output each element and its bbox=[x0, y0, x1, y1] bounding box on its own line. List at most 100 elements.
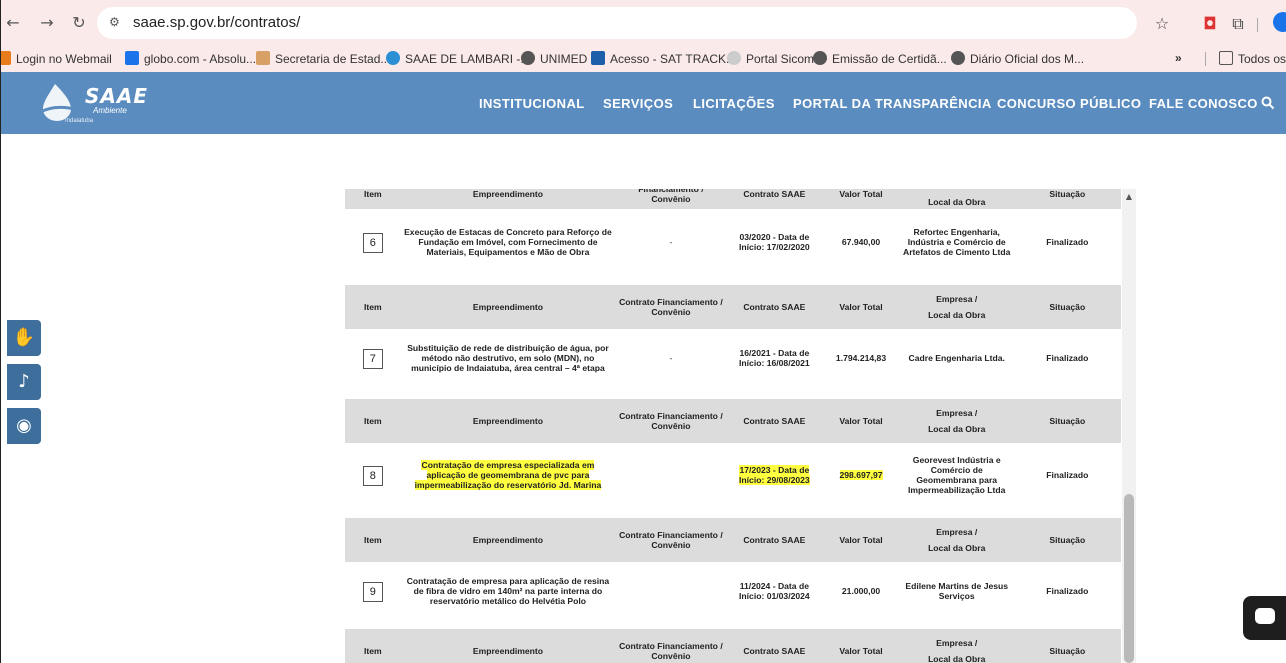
header-valor-total: Valor Total bbox=[822, 629, 900, 663]
item-number: 8 bbox=[362, 466, 383, 486]
highlighted-contrato-saae: 17/2023 - Data de Início: 29/08/2023 bbox=[739, 465, 810, 485]
bookmark-webmail[interactable]: Login no Webmail bbox=[1, 51, 112, 67]
item-cell: 6 bbox=[345, 209, 401, 277]
nav-servicos[interactable]: SERVIÇOS bbox=[603, 96, 673, 111]
nav-fale-conosco[interactable]: FALE CONOSCO bbox=[1149, 96, 1258, 111]
header-situacao: Situação bbox=[1013, 189, 1121, 209]
saae-logo[interactable]: SAAE Ambiente Indaiatuba bbox=[35, 82, 147, 126]
contracts-table-6: Item Empreendimento Financiamento / Conv… bbox=[345, 189, 1121, 277]
bookmark-secretaria[interactable]: Secretaria de Estad... bbox=[256, 51, 390, 67]
chat-bubble-icon bbox=[1255, 608, 1275, 624]
header-local-obra: Local da Obra bbox=[928, 543, 986, 553]
nav-portal-transparencia[interactable]: PORTAL DA TRANSPARÊNCIA bbox=[793, 96, 992, 111]
search-icon[interactable] bbox=[1261, 96, 1275, 110]
extensions-puzzle-icon[interactable]: ⧉ bbox=[1227, 13, 1249, 35]
valor-total-cell: 67.940,00 bbox=[822, 209, 900, 277]
header-empresa: Empresa / bbox=[936, 408, 978, 418]
table-row: 6 Execução de Estacas de Concreto para R… bbox=[345, 209, 1121, 277]
folder-icon bbox=[1219, 51, 1233, 65]
header-item: Item bbox=[345, 629, 401, 663]
bookmarks-bar: Login no Webmail globo.com - Absolu... S… bbox=[1, 46, 1286, 72]
header-local-obra: Local da Obra bbox=[928, 424, 986, 434]
url-text[interactable]: saae.sp.gov.br/contratos/ bbox=[133, 14, 300, 31]
item-cell: 9 bbox=[345, 562, 401, 622]
nav-institucional[interactable]: INSTITUCIONAL bbox=[479, 96, 585, 111]
secretaria-favicon-icon bbox=[256, 51, 270, 65]
empresa-cell: Edilene Martins de Jesus Serviços bbox=[899, 562, 1014, 622]
contrato-financiamento-cell bbox=[615, 443, 727, 509]
profile-avatar[interactable] bbox=[1273, 12, 1286, 32]
bookmark-globo[interactable]: globo.com - Absolu... bbox=[125, 51, 256, 67]
header-valor-total: Valor Total bbox=[822, 189, 900, 209]
contrato-saae-cell: 11/2024 - Data de Início: 01/03/2024 bbox=[726, 562, 823, 622]
site-settings-icon[interactable]: ⚙ bbox=[109, 15, 125, 31]
address-bar[interactable]: ⚙ saae.sp.gov.br/contratos/ bbox=[97, 7, 1137, 39]
forward-arrow-icon[interactable]: → bbox=[37, 13, 57, 33]
contrato-financiamento-cell: - bbox=[615, 209, 727, 277]
extension-icon[interactable]: ◘ bbox=[1199, 13, 1221, 35]
empresa-cell: Refortec Engenharia, Indústria e Comérci… bbox=[899, 209, 1014, 277]
empreendimento-cell: Execução de Estacas de Concreto para Ref… bbox=[400, 209, 616, 277]
header-empresa-local: Empresa / Local da Obra bbox=[899, 285, 1014, 329]
contracts-table-9: Item Empreendimento Contrato Financiamen… bbox=[345, 518, 1121, 622]
chat-button[interactable] bbox=[1243, 596, 1286, 640]
all-bookmarks-folder[interactable]: Todos os fa bbox=[1219, 51, 1286, 67]
table-row: 9 Contratação de empresa para aplicação … bbox=[345, 562, 1121, 622]
contrato-saae-cell: 16/2021 - Data de Início: 16/08/2021 bbox=[726, 329, 823, 389]
nav-concurso-publico[interactable]: CONCURSO PÚBLICO bbox=[997, 96, 1141, 111]
audio-reader-icon[interactable]: ♪ bbox=[7, 364, 41, 400]
header-contrato-financiamento: Contrato Financiamento / Convênio bbox=[615, 518, 727, 562]
back-arrow-icon[interactable]: ← bbox=[3, 13, 23, 33]
header-empresa: Empresa / bbox=[936, 527, 978, 537]
header-empreendimento: Empreendimento bbox=[400, 629, 616, 663]
highlighted-valor-total: 298.697,97 bbox=[839, 470, 883, 481]
scroll-up-arrow-icon[interactable]: ▲ bbox=[1122, 192, 1136, 204]
contracts-panel: Item Empreendimento Financiamento / Conv… bbox=[345, 189, 1137, 663]
header-item: Item bbox=[345, 399, 401, 443]
contrato-saae-cell: 03/2020 - Data de Início: 17/02/2020 bbox=[726, 209, 823, 277]
header-contrato-financiamento: Contrato Financiamento / Convênio bbox=[615, 399, 727, 443]
empresa-cell: Cadre Engenharia Ltda. bbox=[899, 329, 1014, 389]
header-local-obra: Local da Obra bbox=[928, 310, 986, 320]
logo-subtitle: Ambiente bbox=[93, 106, 127, 115]
browser-window: ← → ↻ ⚙ saae.sp.gov.br/contratos/ ☆ ◘ ⧉ … bbox=[0, 0, 1286, 663]
logo-city: Indaiatuba bbox=[65, 118, 94, 124]
header-empreendimento: Empreendimento bbox=[400, 518, 616, 562]
header-empresa-local: Empresa / Local da Obra bbox=[899, 399, 1014, 443]
globo-favicon-icon bbox=[125, 51, 139, 65]
bookmark-diario-oficial[interactable]: Diário Oficial dos M... bbox=[951, 51, 1084, 67]
bookmark-emissao-certidao[interactable]: Emissão de Certidã... bbox=[813, 51, 947, 67]
contrato-saae-cell: 17/2023 - Data de Início: 29/08/2023 bbox=[726, 443, 823, 509]
bookmarks-overflow-button[interactable]: » bbox=[1175, 51, 1182, 67]
header-local-obra: Local da Obra bbox=[928, 654, 986, 663]
bookmark-sat-track[interactable]: Acesso - SAT TRACK... bbox=[591, 51, 736, 67]
table-row: 7 Substituição de rede de distribuição d… bbox=[345, 329, 1121, 389]
bookmark-unimed[interactable]: UNIMED bbox=[521, 51, 587, 67]
header-empreendimento: Empreendimento bbox=[400, 189, 616, 209]
header-local-obra: Local da Obra bbox=[899, 189, 1014, 209]
reload-icon[interactable]: ↻ bbox=[69, 13, 89, 33]
bookmarks-divider bbox=[1205, 52, 1206, 66]
sign-language-icon[interactable]: ✋ bbox=[7, 320, 41, 356]
situacao-cell: Finalizado bbox=[1013, 443, 1121, 509]
contracts-table-10: Item Empreendimento Contrato Financiamen… bbox=[345, 629, 1121, 663]
item-number: 9 bbox=[362, 582, 383, 602]
item-cell: 7 bbox=[345, 329, 401, 389]
valor-total-cell: 21.000,00 bbox=[822, 562, 900, 622]
high-contrast-icon[interactable]: ◉ bbox=[7, 408, 41, 444]
item-number: 6 bbox=[362, 233, 383, 253]
scrollbar-thumb[interactable] bbox=[1124, 494, 1134, 663]
bookmark-portal-sicom[interactable]: Portal Sicom bbox=[727, 51, 814, 67]
header-situacao: Situação bbox=[1013, 518, 1121, 562]
header-empresa: Empresa / bbox=[936, 294, 978, 304]
table-header-row: Item Empreendimento Financiamento / Conv… bbox=[345, 189, 1121, 209]
bookmark-saae-lambari[interactable]: SAAE DE LAMBARI -... bbox=[386, 51, 530, 67]
header-empreendimento: Empreendimento bbox=[400, 399, 616, 443]
table-row: 8 Contratação de empresa especializada e… bbox=[345, 443, 1121, 509]
contracts-table-8: Item Empreendimento Contrato Financiamen… bbox=[345, 399, 1121, 509]
situacao-cell: Finalizado bbox=[1013, 329, 1121, 389]
nav-licitacoes[interactable]: LICITAÇÕES bbox=[693, 96, 775, 111]
header-valor-total: Valor Total bbox=[822, 399, 900, 443]
header-valor-total: Valor Total bbox=[822, 285, 900, 329]
bookmark-star-icon[interactable]: ☆ bbox=[1151, 13, 1173, 35]
